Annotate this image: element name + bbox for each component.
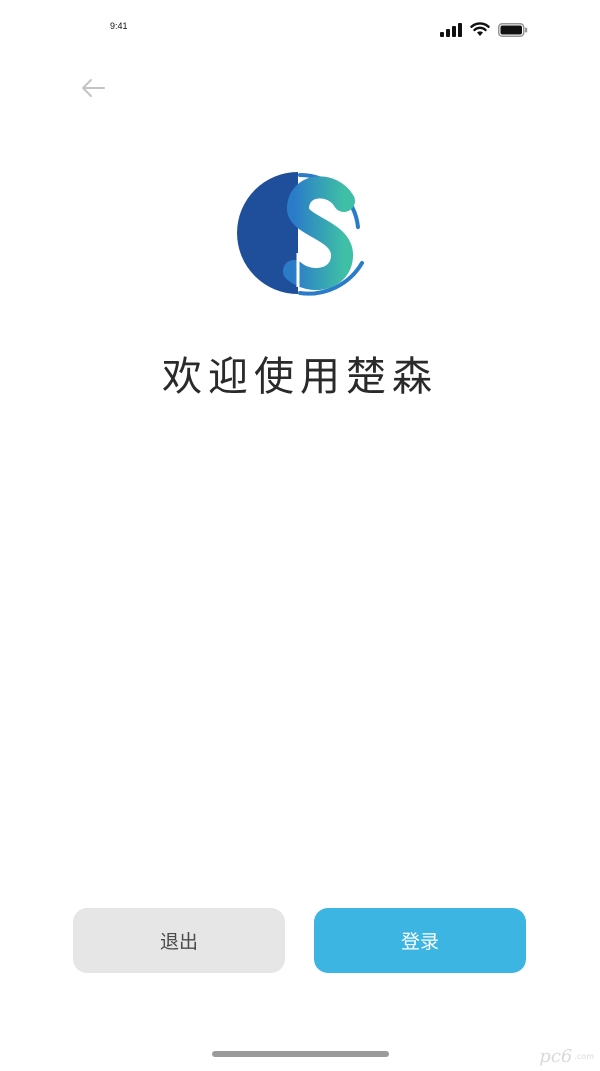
exit-button[interactable]: 退出	[73, 908, 285, 973]
status-time: 9:41	[110, 21, 128, 31]
battery-icon	[498, 22, 528, 37]
back-button[interactable]	[78, 73, 108, 103]
welcome-title: 欢迎使用楚森	[162, 354, 438, 400]
signal-icon	[440, 22, 462, 37]
status-bar: 9:41	[0, 0, 600, 60]
watermark-text: pc6	[539, 1046, 573, 1067]
watermark: pc6 .com	[539, 1046, 594, 1067]
status-icons	[440, 22, 528, 37]
login-button[interactable]: 登录	[314, 908, 526, 973]
welcome-screen: 9:41 欢迎使用楚森 退出 登录 pc6 .com	[0, 0, 600, 1071]
chusen-logo-icon	[237, 172, 364, 296]
arrow-left-icon	[82, 79, 105, 97]
watermark-sub: .com	[574, 1052, 594, 1061]
wifi-icon	[470, 22, 490, 36]
home-indicator	[212, 1051, 389, 1057]
